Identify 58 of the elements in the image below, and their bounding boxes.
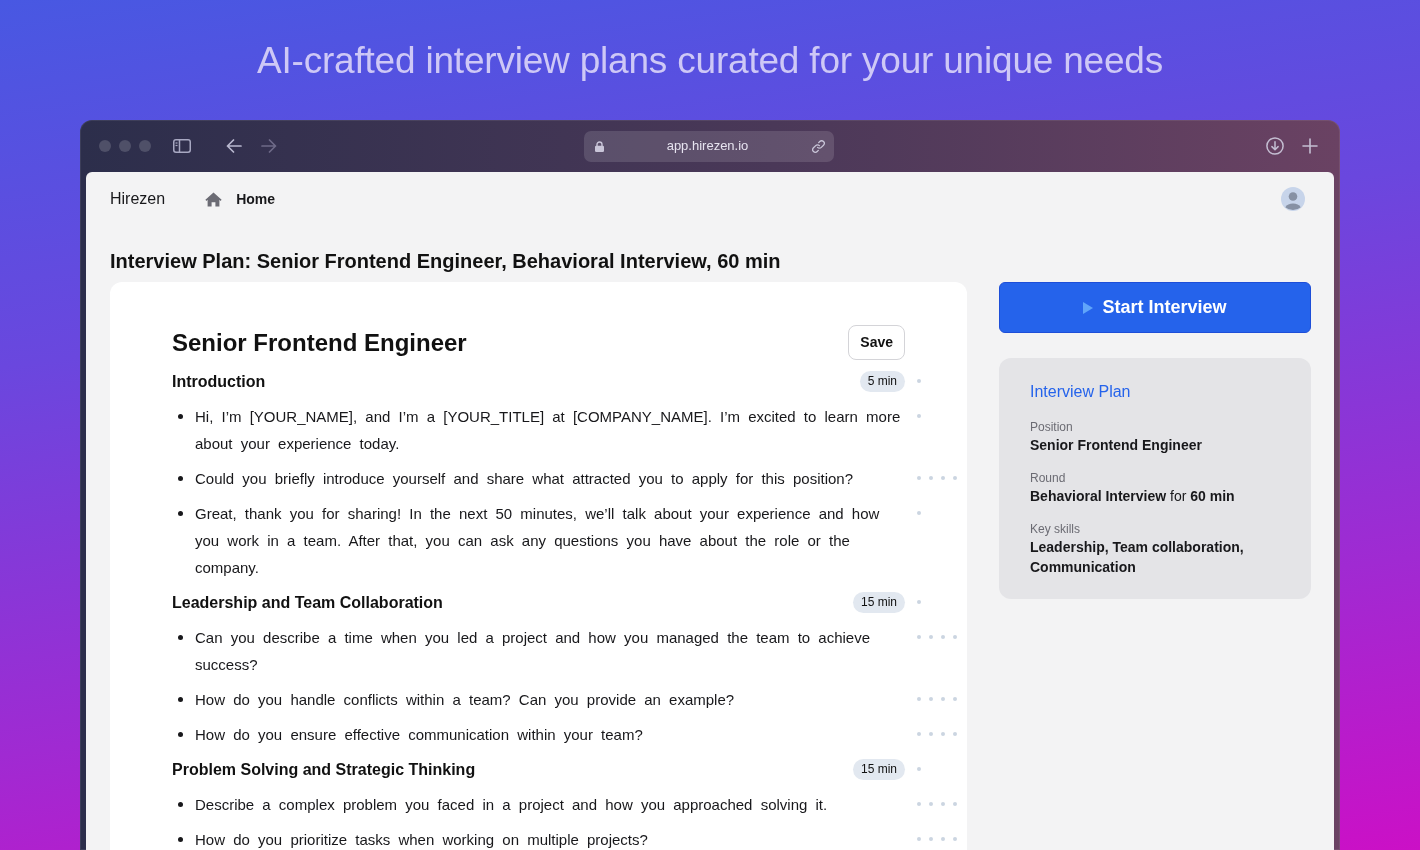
save-button[interactable]: Save [848,325,905,360]
field-value: Senior Frontend Engineer [1030,436,1203,455]
page-title: Interview Plan: Senior Frontend Engineer, Behavioral Interview, 60 min [110,249,782,273]
field-label: Round [1030,470,1067,486]
question-text: Can you describe a time when you led a project and how you managed the team to achieve success? [195,628,872,675]
dot-icon [917,379,921,383]
dot-icon [917,414,921,418]
bullet-icon [178,511,183,516]
bullet-icon [178,697,183,702]
section-title: Introduction [172,372,267,392]
plan-title: Senior Frontend Engineer [172,327,468,358]
question-text: Describe a complex problem you faced in a project and how you approached solving it. [195,795,828,815]
question-text: How do you ensure effective communication within your team? [195,725,643,745]
question-text: How do you prioritize tasks when working on multiple projects? [195,830,648,850]
back-arrow-icon[interactable] [226,139,242,153]
bullet-icon [178,837,183,842]
duration-badge: 15 min [852,759,905,780]
question-text: How do you handle conflicts within a team? Can you provide an example? [195,690,735,710]
section-title: Leadership and Team Collaboration [172,593,444,613]
address-bar[interactable]: app.hirezen.io [583,130,834,162]
field-value: Leadership, Team collaboration, Communication [1030,538,1245,577]
field-label: Position [1030,419,1074,435]
dot-icon [917,511,921,515]
dot-icon [917,600,921,604]
brand-link[interactable]: Hirezen [110,187,166,211]
dots-icon [917,837,957,841]
link-icon[interactable] [811,139,825,153]
sidebar-toggle-icon[interactable] [173,139,191,153]
download-icon[interactable] [1266,137,1284,155]
dots-icon [917,802,957,806]
start-interview-button[interactable]: Start Interview [999,282,1311,333]
duration-badge: 5 min [859,371,905,392]
avatar-icon[interactable] [1281,187,1305,211]
question-text: Great, thank you for sharing! In the next 50 minutes, we’ll talk about your experience and how you work in a team. After that, you can ask any questions you have about the role or the company. [195,504,881,578]
lock-icon [594,140,604,152]
field-value: Behavioral Interview for 60 min [1030,487,1236,506]
nav-link[interactable]: Home [205,188,276,210]
field-label: Key skills [1030,521,1081,537]
home-icon [205,191,223,207]
question-text: Hi, I’m [YOUR_NAME], and I’m a [YOUR_TITLE] at [COMPANY_NAME]. I’m excited to learn more about your experience today. [195,407,902,454]
bullet-icon [178,414,183,419]
dots-icon [917,635,957,639]
bullet-icon [178,476,183,481]
question-text: Could you briefly introduce yourself and share what attracted you to apply for this position? [195,469,853,489]
headline: AI-crafted interview plans curated for your unique needs [256,39,1164,83]
play-icon [1083,301,1094,314]
plus-icon[interactable] [1302,138,1318,154]
dot-icon [917,767,921,771]
bullet-icon [178,635,183,640]
forward-arrow-icon[interactable] [261,139,277,153]
bullet-icon [178,732,183,737]
duration-badge: 15 min [852,592,905,613]
bullet-icon [178,802,183,807]
dots-icon [917,732,957,736]
dots-icon [917,476,957,480]
summary-title: Interview Plan [1030,382,1132,402]
section-title: Problem Solving and Strategic Thinking [172,760,477,780]
dots-icon [917,697,957,701]
